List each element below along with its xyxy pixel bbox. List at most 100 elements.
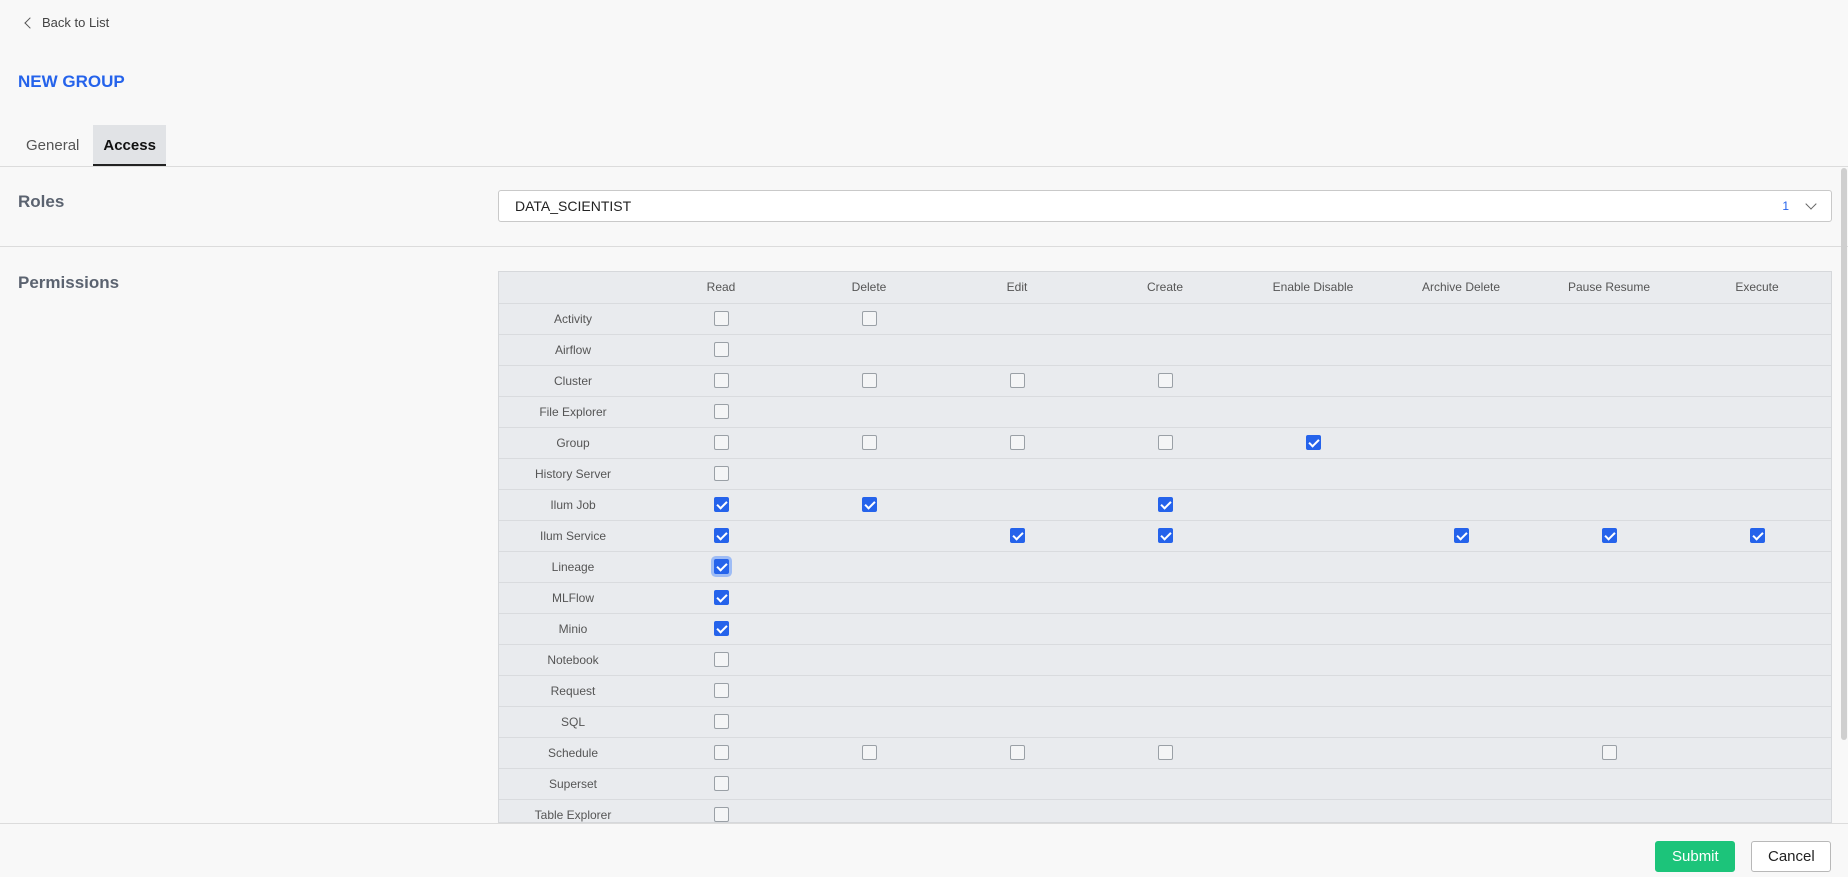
permission-checkbox[interactable] xyxy=(713,559,729,575)
permission-cell xyxy=(1535,644,1683,676)
table-row: Airflow xyxy=(499,334,1831,366)
permission-checkbox[interactable] xyxy=(861,745,877,761)
permission-cell xyxy=(1091,458,1239,490)
permission-checkbox[interactable] xyxy=(1157,497,1173,513)
permission-checkbox[interactable] xyxy=(713,807,729,822)
page-title: NEW GROUP xyxy=(18,72,125,91)
chevron-down-icon[interactable] xyxy=(1805,198,1817,210)
table-row: Notebook xyxy=(499,644,1831,676)
permission-cell xyxy=(1683,768,1831,800)
submit-button[interactable]: Submit xyxy=(1655,841,1735,872)
permission-checkbox[interactable] xyxy=(713,621,729,637)
permission-cell xyxy=(1683,489,1831,521)
permission-checkbox[interactable] xyxy=(861,373,877,389)
permission-cell xyxy=(795,551,943,583)
permission-cell xyxy=(795,706,943,738)
permission-cell xyxy=(1091,365,1239,397)
row-label: Airflow xyxy=(499,334,647,366)
permission-cell xyxy=(1239,489,1387,521)
permission-cell xyxy=(1683,644,1831,676)
permission-cell xyxy=(1387,675,1535,707)
permission-cell xyxy=(1387,706,1535,738)
permission-cell xyxy=(1239,396,1387,428)
permission-checkbox[interactable] xyxy=(713,745,729,761)
permission-cell xyxy=(1535,334,1683,366)
permission-checkbox[interactable] xyxy=(1305,435,1321,451)
permission-checkbox[interactable] xyxy=(1009,528,1025,544)
roles-count-badge: 1 xyxy=(1782,199,1789,213)
tab-general[interactable]: General xyxy=(16,125,89,166)
permission-cell xyxy=(943,458,1091,490)
cancel-button[interactable]: Cancel xyxy=(1751,841,1831,872)
permission-cell xyxy=(1535,613,1683,645)
permission-cell xyxy=(1239,303,1387,335)
permission-checkbox[interactable] xyxy=(1157,745,1173,761)
permission-checkbox[interactable] xyxy=(713,528,729,544)
permission-checkbox[interactable] xyxy=(1009,435,1025,451)
permission-cell xyxy=(647,551,795,583)
permission-checkbox[interactable] xyxy=(713,652,729,668)
row-label: Table Explorer xyxy=(499,799,647,822)
permission-cell xyxy=(943,582,1091,614)
tabs-divider xyxy=(0,166,1848,167)
permission-cell xyxy=(1091,768,1239,800)
permission-cell xyxy=(795,799,943,822)
permission-cell xyxy=(1535,303,1683,335)
back-to-list-link[interactable]: Back to List xyxy=(24,15,109,30)
permission-cell xyxy=(943,799,1091,822)
permission-checkbox[interactable] xyxy=(713,373,729,389)
row-label: File Explorer xyxy=(499,396,647,428)
permission-cell xyxy=(647,644,795,676)
permission-cell xyxy=(1091,799,1239,822)
permission-cell xyxy=(1535,427,1683,459)
permission-cell xyxy=(943,427,1091,459)
permission-checkbox[interactable] xyxy=(1453,528,1469,544)
permission-checkbox[interactable] xyxy=(1009,373,1025,389)
row-label: Ilum Job xyxy=(499,489,647,521)
permission-checkbox[interactable] xyxy=(1749,528,1765,544)
permission-cell xyxy=(1239,799,1387,822)
header-blank xyxy=(499,272,647,304)
permission-cell xyxy=(795,334,943,366)
permission-cell xyxy=(795,396,943,428)
roles-select[interactable]: DATA_SCIENTIST 1 xyxy=(498,190,1832,222)
table-row: History Server xyxy=(499,458,1831,490)
permission-cell xyxy=(647,768,795,800)
permission-checkbox[interactable] xyxy=(861,311,877,327)
permission-checkbox[interactable] xyxy=(1157,528,1173,544)
table-row: Schedule xyxy=(499,737,1831,769)
permission-checkbox[interactable] xyxy=(713,776,729,792)
row-label: Ilum Service xyxy=(499,520,647,552)
scrollbar[interactable] xyxy=(1841,168,1847,740)
permission-checkbox[interactable] xyxy=(713,435,729,451)
permission-cell xyxy=(1091,303,1239,335)
permission-cell xyxy=(1535,799,1683,822)
permission-checkbox[interactable] xyxy=(713,404,729,420)
permission-cell xyxy=(1091,737,1239,769)
permission-checkbox[interactable] xyxy=(713,590,729,606)
permission-checkbox[interactable] xyxy=(713,342,729,358)
table-row: Activity xyxy=(499,303,1831,335)
permission-checkbox[interactable] xyxy=(713,497,729,513)
permission-cell xyxy=(1387,613,1535,645)
permission-checkbox[interactable] xyxy=(1601,528,1617,544)
permission-checkbox[interactable] xyxy=(1157,373,1173,389)
permission-cell xyxy=(1239,613,1387,645)
permission-checkbox[interactable] xyxy=(713,466,729,482)
permission-cell xyxy=(647,303,795,335)
permission-cell xyxy=(1091,613,1239,645)
table-row: Request xyxy=(499,675,1831,707)
tab-access[interactable]: Access xyxy=(93,125,166,166)
permission-checkbox[interactable] xyxy=(861,497,877,513)
permission-checkbox[interactable] xyxy=(713,714,729,730)
chevron-left-icon xyxy=(24,16,36,29)
permission-checkbox[interactable] xyxy=(713,311,729,327)
permission-checkbox[interactable] xyxy=(1601,745,1617,761)
permission-cell xyxy=(1683,365,1831,397)
permission-cell xyxy=(1683,675,1831,707)
permission-checkbox[interactable] xyxy=(1157,435,1173,451)
permission-checkbox[interactable] xyxy=(861,435,877,451)
permission-checkbox[interactable] xyxy=(1009,745,1025,761)
row-label: Schedule xyxy=(499,737,647,769)
permission-checkbox[interactable] xyxy=(713,683,729,699)
